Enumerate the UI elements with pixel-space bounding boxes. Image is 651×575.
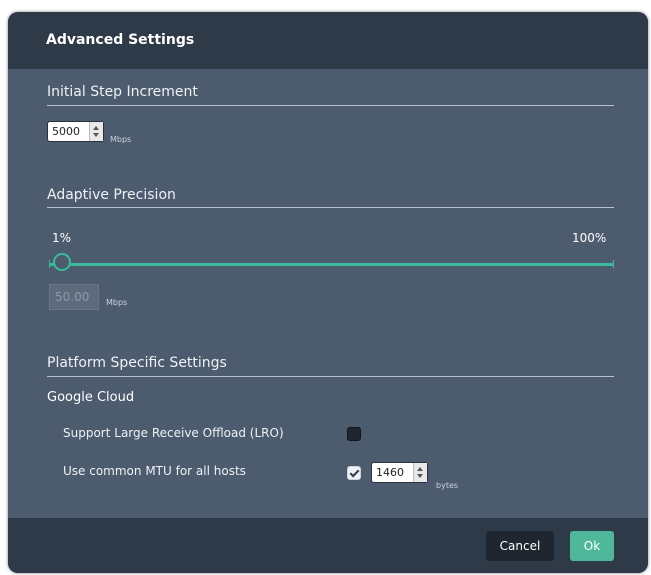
ok-button[interactable]: Ok bbox=[570, 531, 614, 561]
mtu-stepper[interactable]: 1460 bbox=[371, 462, 428, 483]
mtu-checkbox[interactable] bbox=[347, 466, 361, 480]
slider-min-label: 1% bbox=[52, 231, 72, 245]
slider-end-tick bbox=[613, 260, 614, 268]
precision-slider-track[interactable] bbox=[49, 263, 614, 266]
cancel-button[interactable]: Cancel bbox=[486, 531, 554, 561]
dialog-footer: Cancel Ok bbox=[8, 518, 648, 573]
initial-step-heading: Initial Step Increment bbox=[47, 84, 198, 100]
platform-heading: Platform Specific Settings bbox=[47, 355, 227, 371]
precision-slider-handle[interactable] bbox=[53, 253, 71, 271]
section-divider bbox=[47, 105, 614, 106]
precision-unit: Mbps bbox=[106, 298, 128, 307]
section-divider bbox=[47, 207, 614, 208]
lro-checkbox[interactable] bbox=[347, 427, 361, 441]
chevron-up-icon[interactable] bbox=[93, 126, 99, 130]
initial-step-value[interactable]: 5000 bbox=[48, 122, 80, 141]
stepper-arrows-icon[interactable] bbox=[413, 463, 427, 482]
adaptive-precision-heading: Adaptive Precision bbox=[47, 187, 176, 203]
chevron-up-icon[interactable] bbox=[417, 467, 423, 471]
initial-step-unit: Mbps bbox=[110, 135, 132, 144]
mtu-label: Use common MTU for all hosts bbox=[63, 464, 246, 478]
dialog-header: Advanced Settings bbox=[8, 12, 648, 69]
slider-start-tick bbox=[49, 260, 50, 268]
mtu-value[interactable]: 1460 bbox=[372, 463, 404, 482]
section-divider bbox=[47, 376, 614, 377]
provider-label: Google Cloud bbox=[47, 390, 135, 405]
dialog-title: Advanced Settings bbox=[46, 32, 195, 48]
lro-label: Support Large Receive Offload (LRO) bbox=[63, 426, 284, 440]
precision-value-field: 50.00 bbox=[49, 284, 99, 310]
chevron-down-icon[interactable] bbox=[93, 133, 99, 137]
initial-step-stepper[interactable]: 5000 bbox=[47, 121, 104, 142]
chevron-down-icon[interactable] bbox=[417, 474, 423, 478]
advanced-settings-dialog: Advanced Settings Initial Step Increment… bbox=[8, 12, 648, 573]
mtu-unit: bytes bbox=[436, 481, 459, 490]
slider-max-label: 100% bbox=[572, 231, 607, 245]
stepper-arrows-icon[interactable] bbox=[89, 122, 103, 141]
